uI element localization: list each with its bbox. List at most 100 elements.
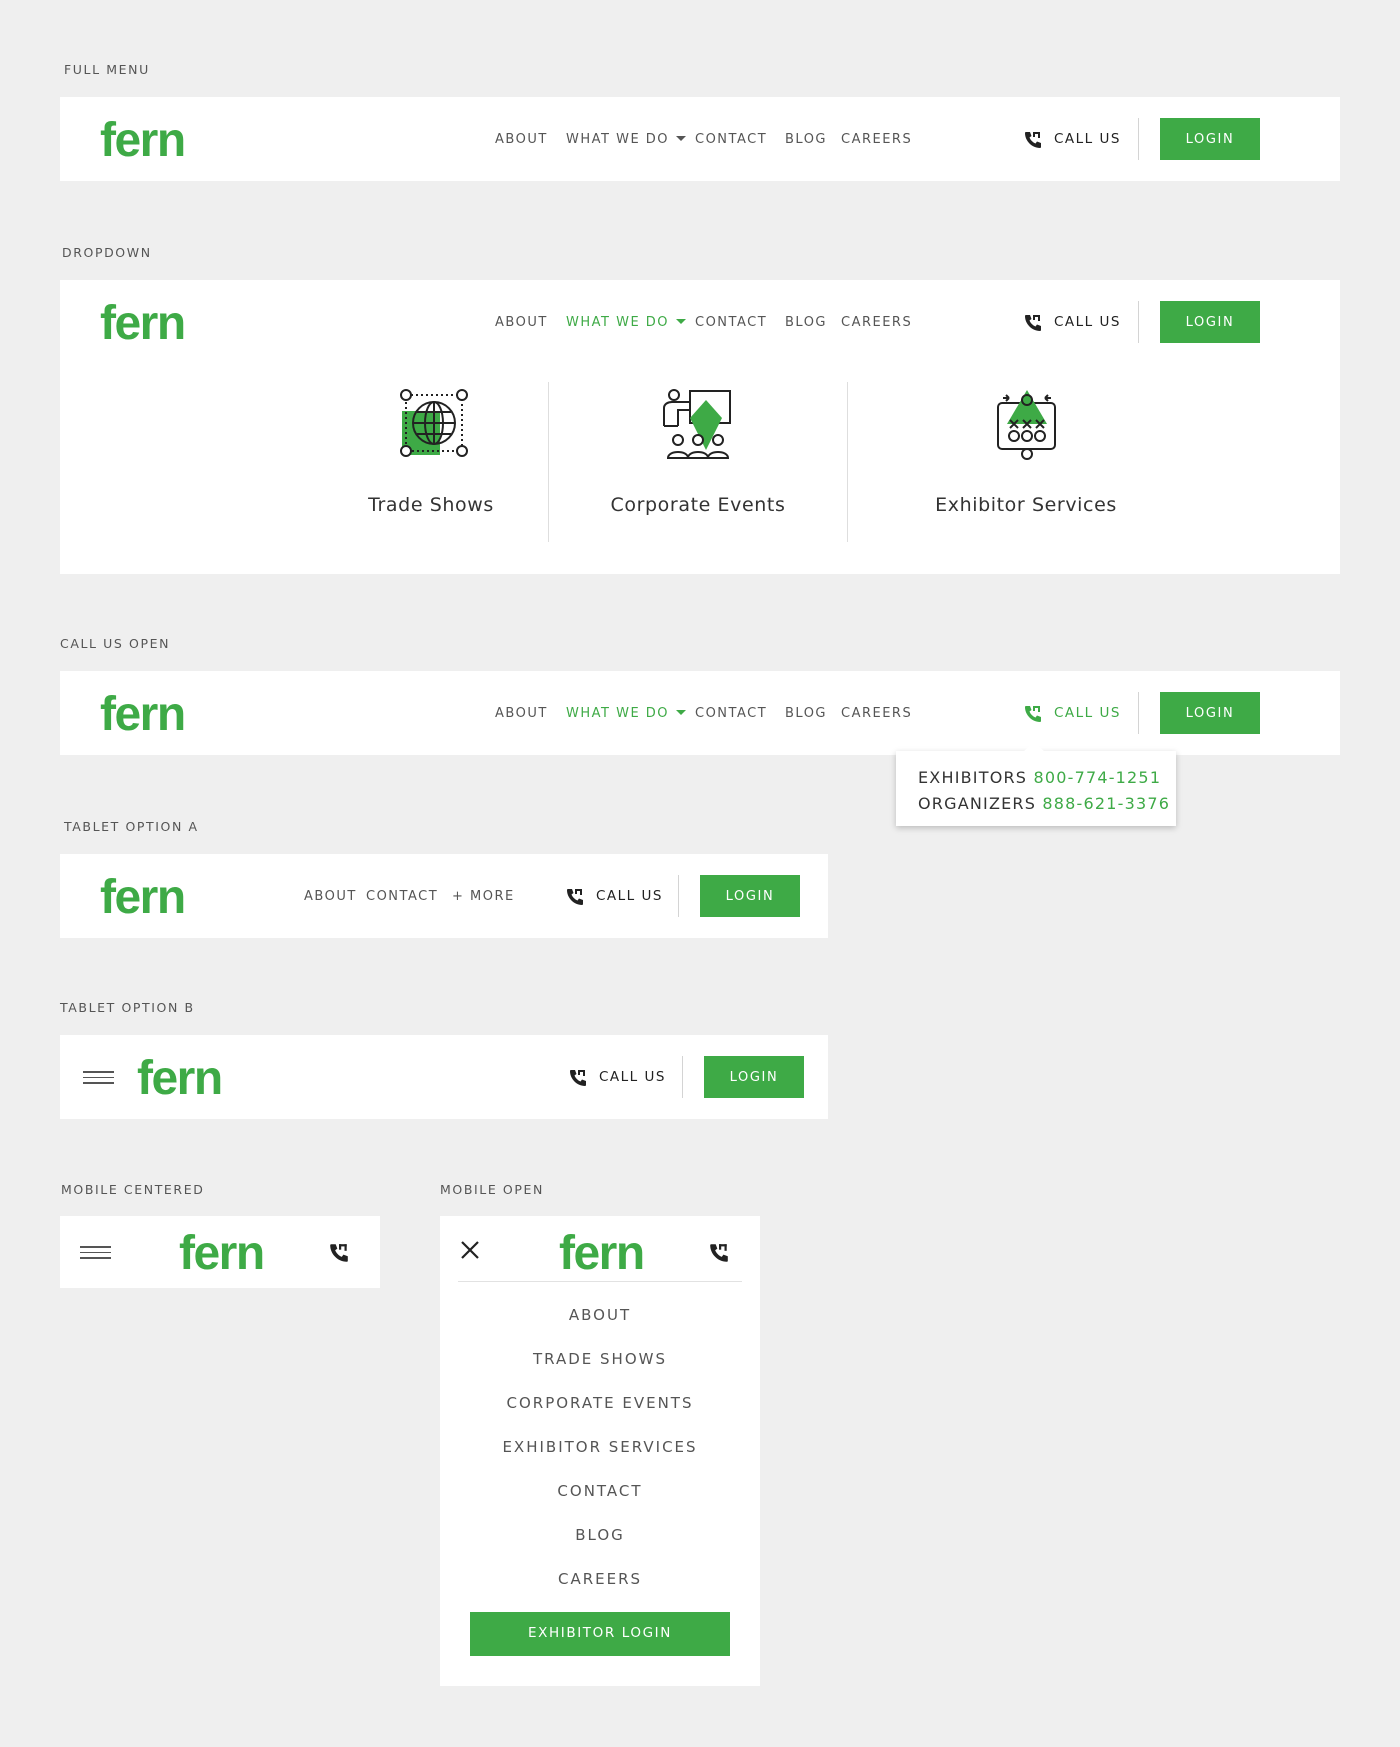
call-us-button[interactable]: CALL US	[568, 1068, 666, 1088]
mobile-menu-item-trade-shows[interactable]: TRADE SHOWS	[440, 1352, 760, 1367]
phone-icon[interactable]	[328, 1242, 350, 1264]
call-us-label: CALL US	[599, 1069, 666, 1086]
hamburger-menu-icon[interactable]	[80, 1246, 111, 1263]
divider	[1138, 301, 1139, 343]
dropdown-item-exhibitor-services[interactable]: Exhibitor Services	[860, 380, 1160, 540]
phone-icon	[567, 889, 583, 905]
logo[interactable]: fern	[179, 1230, 265, 1278]
divider	[458, 1281, 742, 1282]
popover-line-exhibitors: EXHIBITORS 800-774-1251	[918, 765, 1160, 791]
divider	[682, 1056, 683, 1098]
login-button[interactable]: LOGIN	[700, 875, 800, 917]
section-label-dropdown: DROPDOWN	[62, 245, 152, 260]
exhibitors-phone-link[interactable]: 800-774-1251	[1033, 768, 1161, 787]
login-button[interactable]: LOGIN	[704, 1056, 804, 1098]
phone-icon	[1025, 132, 1041, 148]
section-label-mobile-open: MOBILE OPEN	[440, 1182, 544, 1197]
section-label-tablet-a: TABLET OPTION A	[64, 819, 199, 834]
logo[interactable]: fern	[559, 1230, 645, 1278]
exhibitor-login-button[interactable]: EXHIBITOR LOGIN	[470, 1612, 730, 1656]
nav-more[interactable]: + MORE	[452, 890, 515, 903]
mobile-menu-item-corporate-events[interactable]: CORPORATE EVENTS	[440, 1396, 760, 1411]
logo[interactable]: fern	[100, 874, 186, 922]
section-label-mobile-centered: MOBILE CENTERED	[61, 1182, 205, 1197]
nav-careers[interactable]: CAREERS	[841, 316, 912, 329]
call-us-label: CALL US	[1054, 705, 1121, 722]
dropdown-label: Corporate Events	[610, 494, 786, 516]
nav-contact[interactable]: CONTACT	[695, 316, 767, 329]
hamburger-menu-icon[interactable]	[83, 1071, 114, 1088]
mobile-menu-item-blog[interactable]: BLOG	[440, 1528, 760, 1543]
nav-about[interactable]: ABOUT	[495, 707, 548, 720]
navbar-call-us-open: fern ABOUT WHAT WE DO CONTACT BLOG CAREE…	[60, 671, 1340, 755]
logo[interactable]: fern	[100, 300, 186, 348]
login-button[interactable]: LOGIN	[1160, 692, 1260, 734]
logo[interactable]: fern	[100, 117, 186, 165]
nav-careers[interactable]: CAREERS	[841, 133, 912, 146]
nav-blog[interactable]: BLOG	[785, 707, 827, 720]
nav-what-we-do[interactable]: WHAT WE DO	[566, 132, 687, 147]
phone-icon[interactable]	[708, 1242, 730, 1264]
mobile-menu-open: fern ABOUT TRADE SHOWS CORPORATE EVENTS …	[440, 1216, 760, 1686]
divider	[1138, 692, 1139, 734]
organizers-phone-link[interactable]: 888-621-3376	[1042, 794, 1170, 813]
close-icon[interactable]	[460, 1240, 480, 1260]
divider	[678, 875, 679, 917]
call-us-button[interactable]: CALL US	[1023, 130, 1121, 150]
popover-line-organizers: ORGANIZERS 888-621-3376	[918, 791, 1169, 817]
mobile-menu-item-exhibitor-services[interactable]: EXHIBITOR SERVICES	[440, 1440, 760, 1455]
call-us-button[interactable]: CALL US	[1023, 313, 1121, 333]
phone-icon	[570, 1070, 586, 1086]
nav-contact[interactable]: CONTACT	[695, 707, 767, 720]
navbar-full-menu: fern ABOUT WHAT WE DO CONTACT BLOG CAREE…	[60, 97, 1340, 181]
call-us-button[interactable]: CALL US	[565, 887, 663, 907]
login-button[interactable]: LOGIN	[1160, 301, 1260, 343]
chevron-down-icon	[676, 136, 687, 141]
nav-careers[interactable]: CAREERS	[841, 707, 912, 720]
navbar-dropdown: fern ABOUT WHAT WE DO CONTACT BLOG CAREE…	[60, 280, 1340, 574]
exhibitors-label: EXHIBITORS	[918, 768, 1028, 787]
nav-what-we-do-label: WHAT WE DO	[566, 706, 670, 721]
section-label-full-menu: FULL MENU	[64, 62, 150, 77]
section-label-tablet-b: TABLET OPTION B	[60, 1000, 195, 1015]
divider	[548, 382, 549, 542]
call-us-label: CALL US	[1054, 314, 1121, 331]
dropdown-item-trade-shows[interactable]: Trade Shows	[290, 380, 570, 540]
navbar-tablet-b: fern CALL US LOGIN	[60, 1035, 828, 1119]
presentation-icon	[663, 389, 731, 459]
phone-icon	[1025, 706, 1041, 722]
nav-about[interactable]: ABOUT	[495, 316, 548, 329]
strategy-board-icon	[997, 390, 1056, 460]
globe-network-icon	[400, 389, 468, 457]
mobile-menu-item-contact[interactable]: CONTACT	[440, 1484, 760, 1499]
call-us-label: CALL US	[596, 888, 663, 905]
nav-about[interactable]: ABOUT	[495, 133, 548, 146]
call-us-label: CALL US	[1054, 131, 1121, 148]
nav-blog[interactable]: BLOG	[785, 316, 827, 329]
nav-contact[interactable]: CONTACT	[695, 133, 767, 146]
nav-blog[interactable]: BLOG	[785, 133, 827, 146]
dropdown-item-corporate-events[interactable]: Corporate Events	[560, 380, 845, 540]
divider	[1138, 118, 1139, 160]
nav-contact[interactable]: CONTACT	[366, 890, 438, 903]
nav-about[interactable]: ABOUT	[304, 890, 357, 903]
organizers-label: ORGANIZERS	[918, 794, 1037, 813]
section-label-call-us-open: CALL US OPEN	[60, 636, 171, 651]
dropdown-label: Exhibitor Services	[935, 494, 1117, 516]
divider	[847, 382, 848, 542]
nav-what-we-do-label: WHAT WE DO	[566, 132, 670, 147]
chevron-down-icon	[676, 710, 687, 715]
dropdown-label: Trade Shows	[368, 494, 494, 516]
nav-what-we-do-label: WHAT WE DO	[566, 315, 670, 330]
logo[interactable]: fern	[137, 1055, 223, 1103]
login-button[interactable]: LOGIN	[1160, 118, 1260, 160]
phone-icon	[1025, 315, 1041, 331]
mobile-menu-item-careers[interactable]: CAREERS	[440, 1572, 760, 1587]
nav-what-we-do[interactable]: WHAT WE DO	[566, 706, 687, 721]
call-us-button[interactable]: CALL US	[1023, 704, 1121, 724]
nav-what-we-do[interactable]: WHAT WE DO	[566, 315, 687, 330]
navbar-tablet-a: fern ABOUT CONTACT + MORE CALL US LOGIN	[60, 854, 828, 938]
mobile-menu-item-about[interactable]: ABOUT	[440, 1308, 760, 1323]
logo[interactable]: fern	[100, 691, 186, 739]
navbar-mobile-centered: fern	[60, 1216, 380, 1288]
